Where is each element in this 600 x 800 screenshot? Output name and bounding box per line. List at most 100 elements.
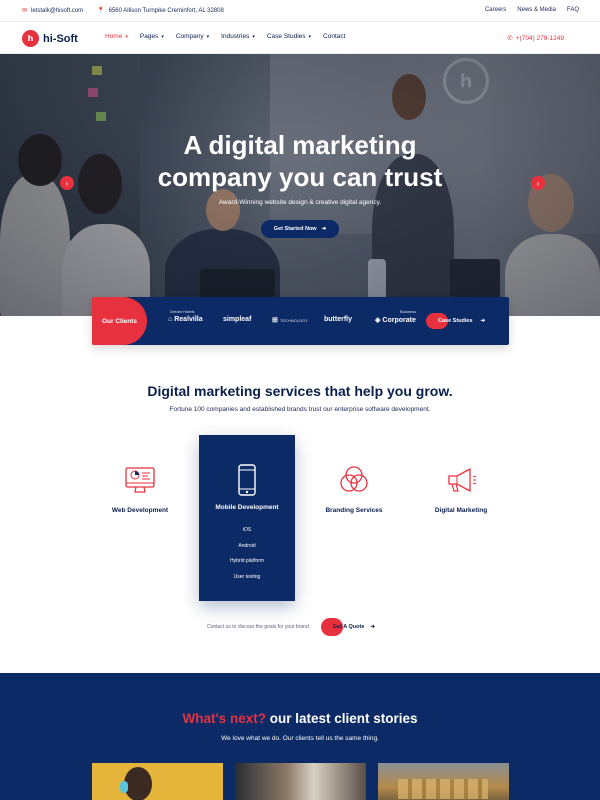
hero-subtitle: Award-Winning website design & creative …: [218, 199, 382, 206]
logo-text: hi-Soft: [43, 32, 78, 45]
case-studies-label: Case Studies: [438, 318, 473, 324]
email-info[interactable]: ✉ letstalk@hisoft.com: [22, 7, 83, 15]
top-bar: ✉ letstalk@hisoft.com 📍 6560 Allison Tur…: [0, 0, 600, 22]
chevron-left-icon: ‹: [65, 178, 69, 188]
slider-next-button[interactable]: ›: [531, 176, 545, 190]
stories-title: What's next? our latest client stories: [0, 711, 600, 726]
nav-company-label: Company: [175, 33, 204, 40]
arrow-right-icon: ➔: [321, 226, 327, 232]
contact-row: Contact us to discuss the goals for your…: [207, 618, 377, 636]
megaphone-icon: [448, 468, 477, 492]
story-thumbnail[interactable]: [92, 763, 223, 800]
get-a-quote-label: Get A Quote: [332, 624, 365, 630]
phone-link[interactable]: ✆ +(704) 279-1249: [507, 34, 564, 43]
hero-title: A digital marketing company you can trus…: [0, 129, 600, 193]
chevron-down-icon: ▾: [125, 33, 128, 40]
service-label: Web Development: [111, 507, 169, 514]
nav-menu: Home ▾ Pages ▾ Company ▾ Industries ▾ Ca…: [105, 33, 357, 40]
headphones-icon: [120, 781, 128, 793]
client-logo-caption: Dream Hotels: [170, 309, 194, 314]
nav-home-label: Home: [105, 33, 123, 40]
get-started-button[interactable]: Get Started Now ➔: [261, 220, 339, 238]
person-head: [124, 767, 152, 800]
client-logo-corporate[interactable]: ◈ Corporate: [375, 316, 416, 325]
nav-case-studies-label: Case Studies: [266, 33, 306, 40]
nav-item-company[interactable]: Company ▾: [176, 33, 209, 40]
service-digital-marketing[interactable]: Digital Marketing: [413, 463, 509, 514]
get-started-label: Get Started Now: [273, 226, 317, 232]
smartphone-icon: [238, 464, 256, 496]
house-icon: ⌂: [168, 316, 173, 323]
client-logo-realvilla[interactable]: ⌂ Realvilla: [168, 316, 203, 323]
service-web-development[interactable]: Web Development: [92, 463, 188, 514]
grid-icon: ⊞: [272, 317, 278, 324]
slider-prev-button[interactable]: ‹: [60, 176, 74, 190]
nav-contact-label: Contact: [323, 33, 346, 40]
service-label: Mobile Development: [215, 504, 279, 511]
arrow-right-icon: ➔: [370, 624, 376, 630]
logo-mark-icon: h: [22, 30, 39, 47]
hero-title-line2: company you can trust: [157, 162, 443, 192]
client-logo-simpleaf[interactable]: simpleaf: [223, 316, 251, 323]
logo[interactable]: h hi-Soft: [22, 30, 78, 47]
nav-item-case-studies[interactable]: Case Studies ▾: [267, 33, 311, 40]
client-logo-text: simpleaf: [223, 316, 252, 323]
list-item[interactable]: Hybrid platform: [199, 554, 295, 570]
nav-item-home[interactable]: Home ▾: [105, 33, 128, 40]
story-thumbnail[interactable]: [235, 763, 366, 800]
service-branding[interactable]: Branding Services: [306, 463, 402, 514]
client-logo-small-text: Business: [400, 309, 417, 314]
chevron-down-icon: ▾: [308, 33, 312, 40]
mobile-services-list: iOS Android Hybrid platform User testing: [199, 523, 295, 585]
services-subtitle: Fortune 100 companies and established br…: [169, 406, 431, 413]
address-text: 6560 Allison Turnpike Creminfort, AL 328…: [108, 7, 224, 14]
client-logo-butterfly[interactable]: butterfly: [324, 316, 352, 323]
client-logo-text: Realvilla: [174, 316, 203, 323]
list-item[interactable]: User testing: [199, 570, 295, 586]
list-item[interactable]: Android: [199, 539, 295, 555]
client-logo-caption: Business: [400, 309, 416, 314]
services-title: Digital marketing services that help you…: [147, 383, 453, 399]
client-logo-text: butterfly: [324, 316, 352, 323]
get-a-quote-button[interactable]: Get A Quote ➔: [320, 618, 377, 636]
contact-info: ✉ letstalk@hisoft.com 📍 6560 Allison Tur…: [22, 7, 224, 15]
coins-image: [398, 779, 488, 799]
email-text[interactable]: letstalk@hisoft.com: [31, 8, 83, 14]
nav-industries-label: Industries: [221, 33, 250, 40]
nav-item-pages[interactable]: Pages ▾: [140, 33, 164, 40]
client-stories-section: What's next? our latest client stories W…: [0, 673, 600, 800]
service-label: Digital Marketing: [434, 507, 488, 514]
nav-item-industries[interactable]: Industries ▾: [221, 33, 255, 40]
nav-item-contact[interactable]: Contact: [323, 33, 345, 40]
chevron-down-icon: ▾: [252, 33, 255, 40]
top-links: Careers News & Media FAQ: [485, 7, 579, 13]
location-pin-icon: 📍: [97, 8, 105, 14]
careers-link[interactable]: Careers: [485, 7, 506, 13]
service-label: Branding Services: [325, 507, 383, 514]
clients-label: Our Clients: [92, 297, 147, 345]
stories-title-rest: our latest client stories: [265, 711, 418, 726]
clients-strip: Our Clients ⌂ Realvilla Dream Hotels sim…: [92, 297, 509, 345]
venn-circles-icon: [340, 466, 368, 492]
contact-text: Contact us to discuss the goals for your…: [207, 624, 309, 630]
hero-title-line1: A digital marketing: [183, 130, 417, 160]
case-studies-button[interactable]: Case Studies ➔: [426, 313, 490, 329]
chevron-down-icon: ▾: [206, 33, 210, 40]
faq-link[interactable]: FAQ: [567, 7, 579, 13]
monitor-chart-icon: [125, 467, 155, 493]
list-item[interactable]: iOS: [199, 523, 295, 539]
story-thumbnail[interactable]: [378, 763, 509, 800]
arrow-right-icon: ➔: [480, 318, 486, 324]
client-logo-text: TECHNOLOGY: [279, 317, 308, 323]
main-nav: h hi-Soft Home ▾ Pages ▾ Company ▾ Indus…: [0, 22, 600, 54]
client-logo-technology[interactable]: ⊞ TECHNOLOGY: [272, 316, 308, 324]
nav-pages-label: Pages: [139, 33, 159, 40]
news-media-link[interactable]: News & Media: [517, 7, 556, 13]
hero-slider: h A digital marketing company you can tr…: [0, 54, 600, 316]
chevron-right-icon: ›: [536, 178, 540, 188]
service-mobile-development-card[interactable]: Mobile Development iOS Android Hybrid pl…: [199, 435, 295, 601]
shield-icon: ◈: [375, 317, 381, 324]
phone-number: +(704) 279-1249: [515, 34, 564, 42]
address-info: 📍 6560 Allison Turnpike Creminfort, AL 3…: [97, 7, 224, 15]
stories-title-highlight: What's next?: [182, 711, 266, 726]
